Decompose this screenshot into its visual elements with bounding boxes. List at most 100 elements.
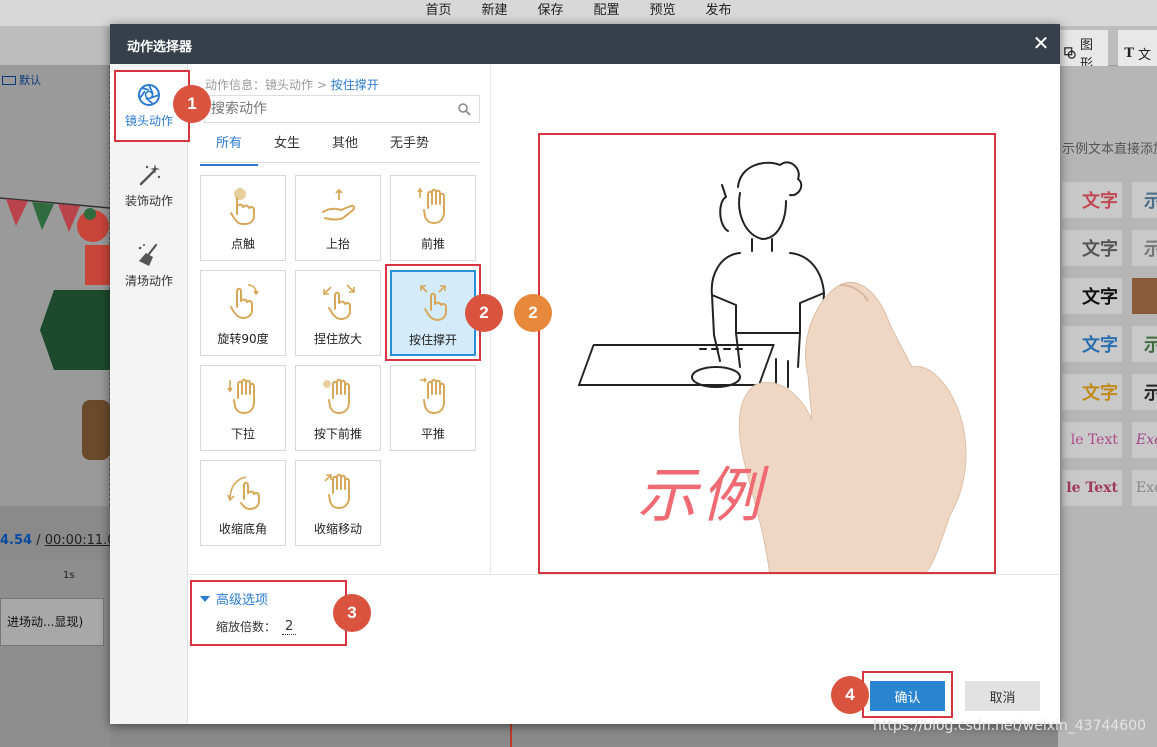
tab-female[interactable]: 女生 bbox=[258, 130, 316, 162]
text-style-13[interactable]: le Text bbox=[1062, 470, 1122, 506]
sidebar-item-label: 装饰动作 bbox=[124, 194, 173, 208]
text-style-7[interactable]: 文字 bbox=[1062, 326, 1122, 362]
sidebar-item-label: 清场动作 bbox=[124, 274, 173, 288]
preview-illustration bbox=[577, 161, 967, 572]
action-card-flat-push[interactable]: 平推 bbox=[390, 365, 476, 451]
total-time: 00:00:11.0 bbox=[44, 533, 116, 548]
action-card-press-push[interactable]: 按下前推 bbox=[295, 365, 381, 451]
step-badge-1: 1 bbox=[173, 85, 211, 123]
default-label-text: 默认 bbox=[19, 74, 41, 87]
text-style-5[interactable]: 文字 bbox=[1062, 278, 1122, 314]
broom-icon bbox=[138, 243, 158, 266]
shrink-corner-hand-icon bbox=[227, 476, 260, 511]
press-push-hand-icon bbox=[323, 378, 350, 415]
highlight-box-confirm bbox=[862, 671, 953, 718]
green-banner-decoration bbox=[40, 290, 110, 370]
text-style-11[interactable]: le Text bbox=[1062, 422, 1122, 458]
watermark: https://blog.csdn.net/weixin_43744600 bbox=[873, 718, 1147, 734]
text-style-10[interactable]: 示 bbox=[1132, 374, 1157, 410]
action-card-lift[interactable]: 上抬 bbox=[295, 175, 381, 261]
action-label: 按下前推 bbox=[313, 427, 362, 441]
frame-icon bbox=[2, 75, 16, 85]
pinch-zoom-hand-icon bbox=[323, 284, 355, 321]
sidebar-item-decoration-action[interactable]: 装饰动作 bbox=[110, 152, 188, 222]
action-label: 上抬 bbox=[325, 237, 350, 251]
action-card-shrink-corner[interactable]: 收缩底角 bbox=[200, 460, 286, 546]
text-style-2[interactable]: 示 bbox=[1132, 182, 1157, 218]
track-label: 进场动...显现) bbox=[7, 615, 84, 629]
lift-hand-icon bbox=[322, 188, 356, 221]
menu-preview[interactable]: 预览 bbox=[635, 0, 691, 26]
search-box bbox=[204, 95, 480, 123]
action-preview: 示例 bbox=[538, 133, 996, 574]
action-card-pull-down[interactable]: 下拉 bbox=[200, 365, 286, 451]
action-label: 收缩移动 bbox=[313, 522, 362, 536]
action-card-shrink-move[interactable]: 收缩移动 bbox=[295, 460, 381, 546]
tab-text-label: 文 bbox=[1137, 47, 1151, 63]
text-style-3[interactable]: 文字 bbox=[1062, 230, 1122, 266]
text-style-8[interactable]: 示 bbox=[1132, 326, 1157, 362]
dialog-header: 动作选择器 ✕ bbox=[110, 24, 1060, 64]
step-badge-2: 2 bbox=[465, 294, 503, 332]
action-card-pinch-zoom[interactable]: 捏住放大 bbox=[295, 270, 381, 356]
action-card-push-forward[interactable]: 前推 bbox=[390, 175, 476, 261]
cancel-button[interactable]: 取消 bbox=[965, 681, 1040, 711]
menu-publish[interactable]: 发布 bbox=[691, 0, 747, 26]
top-menu-bar: 首页 新建 保存 配置 预览 发布 bbox=[0, 0, 1157, 26]
action-card-tap[interactable]: 点触 bbox=[200, 175, 286, 261]
timeline-track-item[interactable]: 进场动...显现) bbox=[0, 598, 104, 646]
tab-no-gesture[interactable]: 无手势 bbox=[374, 130, 445, 162]
preview-sample-text: 示例 bbox=[637, 461, 765, 531]
action-label: 点触 bbox=[230, 237, 255, 251]
close-icon[interactable]: ✕ bbox=[1030, 32, 1052, 54]
action-label: 收缩底角 bbox=[218, 522, 267, 536]
menu-new[interactable]: 新建 bbox=[466, 0, 522, 26]
ruler-tick-1s: 1s bbox=[63, 570, 75, 581]
menu-home[interactable]: 首页 bbox=[410, 0, 466, 26]
timeline-panel bbox=[0, 560, 110, 747]
tap-hand-icon bbox=[230, 188, 255, 225]
text-style-12[interactable]: Exc bbox=[1132, 422, 1157, 458]
action-label: 捏住放大 bbox=[313, 332, 362, 346]
action-filter-tabs: 所有 女生 其他 无手势 bbox=[200, 130, 480, 166]
text-style-14[interactable]: Exc bbox=[1132, 470, 1157, 506]
action-label: 前推 bbox=[420, 237, 445, 251]
figure-decoration bbox=[82, 400, 110, 460]
text-styles-grid: 文字 示 文字 示 文字 文字 示 文字 示 le Text Exc le Te… bbox=[1062, 182, 1157, 506]
text-style-1[interactable]: 文字 bbox=[1062, 182, 1122, 218]
tab-all[interactable]: 所有 bbox=[200, 130, 259, 166]
options-divider bbox=[188, 574, 1060, 575]
text-style-9[interactable]: 文字 bbox=[1062, 374, 1122, 410]
shrink-move-hand-icon bbox=[324, 473, 350, 510]
action-label: 旋转90度 bbox=[217, 332, 269, 346]
magic-wand-icon bbox=[139, 164, 161, 186]
default-label: 默认 bbox=[2, 72, 41, 88]
shape-icon bbox=[1064, 47, 1076, 59]
breadcrumb-current: 按住撑开 bbox=[330, 78, 379, 92]
push-hand-icon bbox=[417, 187, 445, 225]
breadcrumb-prefix: 动作信息：镜头动作 bbox=[205, 78, 314, 92]
action-card-rotate-90[interactable]: 旋转90度 bbox=[200, 270, 286, 356]
current-time: 4.54 bbox=[0, 533, 33, 548]
search-input[interactable] bbox=[205, 96, 445, 122]
text-icon: T bbox=[1124, 45, 1134, 61]
sidebar-item-clear-action[interactable]: 清场动作 bbox=[110, 232, 188, 302]
breadcrumb: 动作信息：镜头动作 > 按住撑开 bbox=[205, 76, 379, 93]
text-style-6[interactable] bbox=[1132, 278, 1157, 314]
step-badge-2b: 2 bbox=[514, 294, 552, 332]
action-label: 平推 bbox=[420, 427, 445, 441]
step-badge-4: 4 bbox=[831, 676, 869, 714]
action-label: 下拉 bbox=[230, 427, 255, 441]
time-display: 4.54 / 00:00:11.0 bbox=[0, 533, 116, 548]
rotate-hand-icon bbox=[230, 284, 259, 320]
search-icon[interactable] bbox=[457, 102, 471, 116]
breadcrumb-arrow: > bbox=[316, 78, 327, 92]
step-badge-3: 3 bbox=[333, 594, 371, 632]
tab-other[interactable]: 其他 bbox=[316, 130, 374, 162]
highlight-box-advanced bbox=[190, 580, 347, 646]
menu-save[interactable]: 保存 bbox=[522, 0, 578, 26]
text-style-4[interactable]: 示 bbox=[1132, 230, 1157, 266]
dialog-title: 动作选择器 bbox=[127, 40, 193, 55]
panel-hint-text: 示例文本直接添加 bbox=[1062, 142, 1157, 157]
menu-config[interactable]: 配置 bbox=[579, 0, 635, 26]
